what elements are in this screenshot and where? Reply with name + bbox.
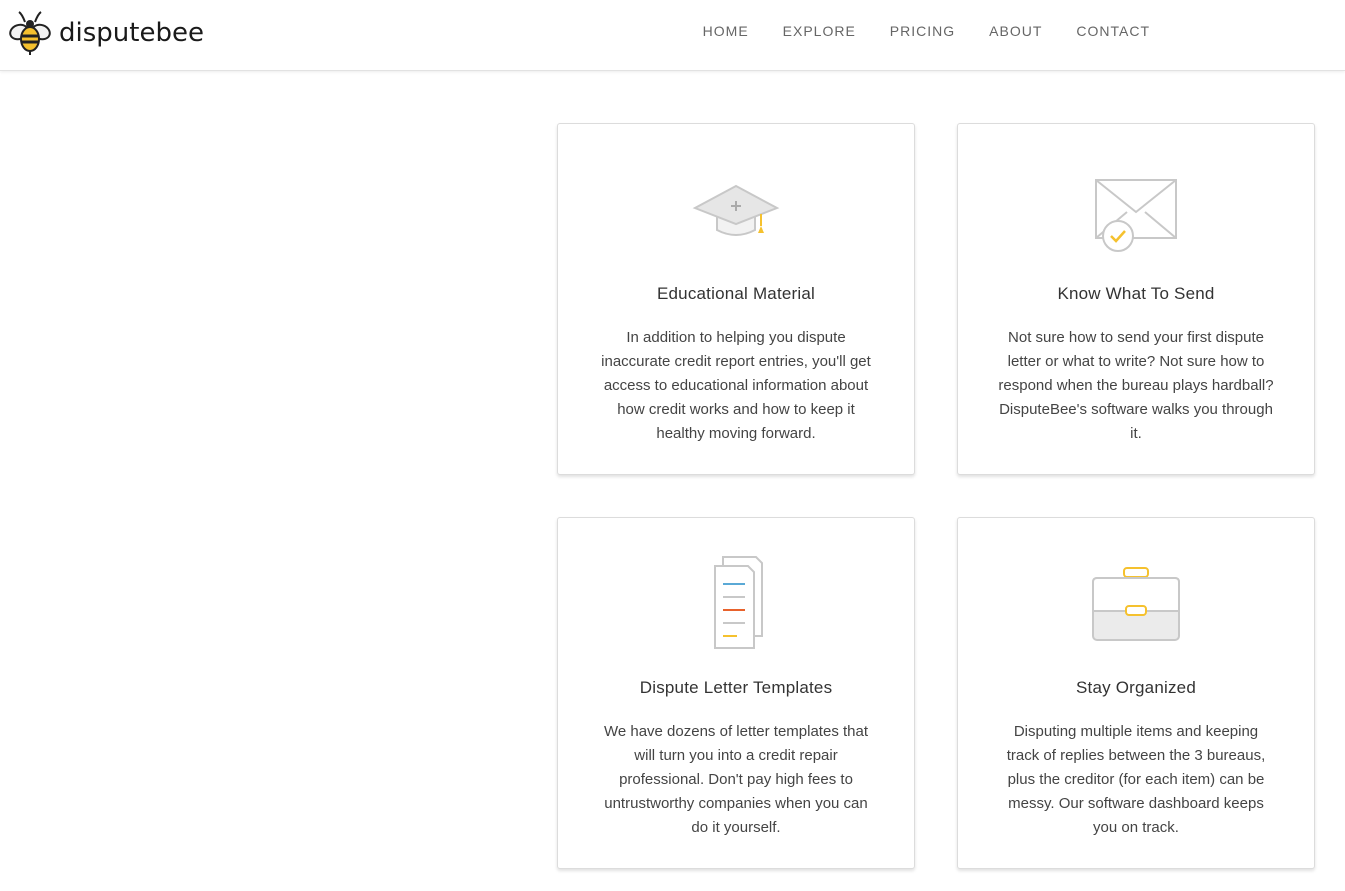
feature-description: In addition to helping you dispute inacc…	[601, 329, 871, 442]
brand-name: disputebee	[59, 18, 204, 48]
feature-title: Dispute Letter Templates	[639, 678, 833, 697]
bee-logo-icon	[9, 11, 51, 55]
feature-description: Not sure how to send your first dispute …	[998, 329, 1274, 442]
feature-card-stay-organized: Stay Organized Disputing multiple items …	[957, 517, 1315, 869]
feature-card-letter-templates: Dispute Letter Templates We have dozens …	[557, 517, 915, 869]
briefcase-icon	[1092, 567, 1180, 641]
feature-title: Stay Organized	[1076, 678, 1196, 697]
document-templates-icon	[714, 556, 763, 649]
main-nav: HOME EXPLORE PRICING ABOUT CONTACT	[703, 23, 1150, 39]
feature-card-educational: Educational Material In addition to help…	[557, 123, 915, 475]
envelope-check-icon	[1095, 179, 1177, 252]
site-header: disputebee HOME EXPLORE PRICING ABOUT CO…	[0, 0, 1345, 71]
nav-about[interactable]: ABOUT	[989, 23, 1042, 39]
feature-title: Educational Material	[656, 284, 816, 303]
logo[interactable]: disputebee	[8, 10, 204, 56]
nav-pricing[interactable]: PRICING	[890, 23, 955, 39]
nav-home[interactable]: HOME	[703, 23, 749, 39]
feature-description: Disputing multiple items and keeping tra…	[1006, 723, 1266, 836]
nav-explore[interactable]: EXPLORE	[783, 23, 856, 39]
nav-contact[interactable]: CONTACT	[1076, 23, 1150, 39]
feature-description: We have dozens of letter templates that …	[603, 723, 869, 836]
feature-card-know-what-to-send: Know What To Send Not sure how to send y…	[957, 123, 1315, 475]
feature-title: Know What To Send	[1057, 284, 1215, 303]
graduation-cap-icon	[692, 184, 780, 236]
